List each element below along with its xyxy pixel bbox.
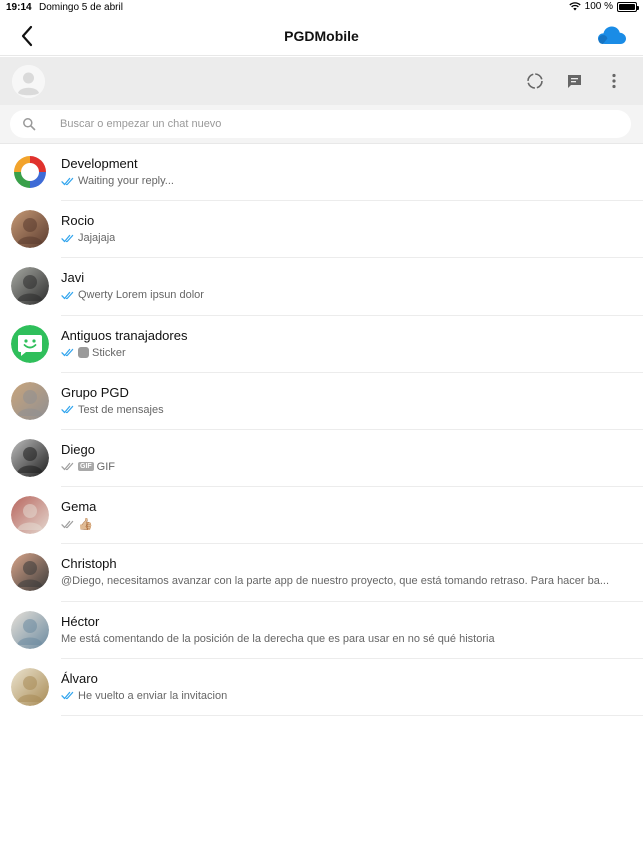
photo-avatar-icon [11, 267, 49, 306]
page-title: PGDMobile [284, 28, 359, 44]
chat-preview: Waiting your reply... [61, 175, 643, 187]
search-box[interactable] [10, 110, 631, 138]
status-time: 19:14 [6, 2, 32, 13]
new-chat-button[interactable] [563, 70, 585, 92]
chat-bubble-icon [567, 74, 581, 88]
chat-name: Development [61, 156, 138, 171]
avatar [11, 610, 49, 649]
double-check-icon [61, 291, 74, 300]
double-check-icon [61, 520, 74, 528]
photo-avatar-icon [11, 210, 49, 249]
chat-list-item[interactable]: Diego GIF GIF [0, 430, 643, 488]
search-input[interactable] [60, 110, 620, 138]
chat-list: Development Waiting your reply... Rocio Jaj… [0, 143, 643, 717]
photo-avatar-icon [11, 438, 49, 477]
chat-list-item[interactable]: Héctor Me está comentando de la posición … [0, 602, 643, 659]
chat-name: Christoph [61, 556, 117, 572]
avatar [11, 210, 49, 249]
double-check-icon [61, 234, 74, 242]
chat-preview-text: Sticker [92, 346, 126, 359]
gif-icon: GIF [78, 462, 94, 472]
photo-avatar-icon [11, 381, 49, 420]
photo-avatar-icon [11, 610, 49, 649]
chat-preview: @Diego, necesitamos avanzar con la parte… [61, 575, 643, 587]
chat-list-item[interactable]: Development Waiting your reply... [0, 144, 643, 202]
chat-name: Antiguos tranajadores [61, 327, 188, 343]
smiley-chat-icon [11, 324, 49, 363]
navigation-bar: PGDMobile [0, 16, 643, 56]
avatar[interactable] [12, 65, 45, 98]
default-avatar-icon [12, 65, 45, 98]
chat-preview: Jajajaja [61, 232, 643, 244]
chat-name: Javi [61, 270, 85, 286]
photo-avatar-icon [11, 553, 49, 592]
chat-name: Gema [61, 499, 97, 515]
status-button[interactable] [524, 70, 546, 92]
chat-name: Diego [61, 441, 95, 457]
cloud-sync-button[interactable] [597, 24, 627, 46]
double-check-icon [61, 406, 74, 414]
search-bar [0, 105, 643, 143]
chat-name: Rocio [61, 213, 95, 229]
chat-preview: Qwerty Lorem ipsun dolor [61, 289, 643, 301]
avatar [11, 496, 49, 535]
chat-list-item[interactable]: Christoph @Diego, necesitamos avanzar con… [0, 544, 643, 602]
chat-list-item[interactable]: Javi Qwerty Lorem ipsun dolor [0, 258, 643, 316]
chat-preview: Test de mensajes [61, 404, 643, 416]
chat-preview-text: He vuelto a enviar la invitacion [78, 689, 228, 702]
double-check-icon [61, 177, 74, 185]
chat-preview: Me está comentando de la posición de la … [61, 633, 643, 645]
chat-list-item[interactable]: Grupo PGD Test de mensajes [0, 373, 643, 431]
double-check-icon [61, 463, 74, 471]
battery-percentage: 100 % [584, 1, 613, 12]
chat-preview: He vuelto a enviar la invitacion [61, 690, 643, 702]
chat-name: Héctor [61, 613, 100, 629]
avatar [11, 381, 49, 420]
photo-avatar-icon [11, 496, 49, 535]
chat-preview-text: Qwerty Lorem ipsun dolor [78, 289, 204, 302]
chat-preview-text: GIF [96, 460, 116, 473]
battery-icon [617, 1, 639, 12]
avatar [11, 153, 49, 191]
chat-preview-text: Waiting your reply... [78, 175, 174, 187]
profile-toolbar [0, 57, 643, 105]
avatar [11, 553, 49, 592]
status-bar: 19:14 Domingo 5 de abril 100 % [0, 0, 643, 16]
chat-list-item[interactable]: Antiguos tranajadores Sticker [0, 316, 643, 373]
status-indicators: 100 % [568, 1, 639, 12]
chat-preview-text: Me está comentando de la posición de la … [61, 632, 495, 645]
chat-list-item[interactable]: Gema 👍🏼 [0, 487, 643, 545]
chat-preview-text: Test de mensajes [78, 403, 164, 416]
avatar [11, 667, 49, 706]
avatar [11, 267, 49, 306]
chat-list-item[interactable]: Álvaro He vuelto a enviar la invitacion [0, 659, 643, 717]
double-check-icon [61, 692, 74, 700]
avatar [11, 438, 49, 477]
chat-preview-text: Jajajaja [78, 232, 116, 245]
chat-list-item[interactable]: Rocio Jajajaja [0, 201, 643, 259]
chat-preview: Sticker [61, 347, 643, 359]
status-circle-icon [527, 73, 543, 89]
cloud-icon [598, 26, 626, 44]
more-options-button[interactable] [603, 70, 625, 92]
chat-preview: GIF GIF [61, 461, 643, 473]
chat-preview-text: 👍🏼 [78, 518, 93, 531]
double-check-icon [61, 348, 74, 357]
chat-preview: 👍🏼 [61, 518, 643, 530]
sticker-icon [78, 347, 89, 359]
wifi-icon [568, 2, 581, 11]
chat-name: Grupo PGD [61, 384, 129, 400]
search-icon [23, 118, 36, 131]
avatar [11, 324, 49, 363]
status-date: Domingo 5 de abril [39, 2, 123, 13]
chat-name: Álvaro [61, 670, 98, 686]
development-logo-icon [11, 153, 49, 191]
chat-preview-text: @Diego, necesitamos avanzar con la parte… [61, 575, 610, 588]
photo-avatar-icon [11, 667, 49, 706]
more-vertical-icon [612, 73, 616, 89]
